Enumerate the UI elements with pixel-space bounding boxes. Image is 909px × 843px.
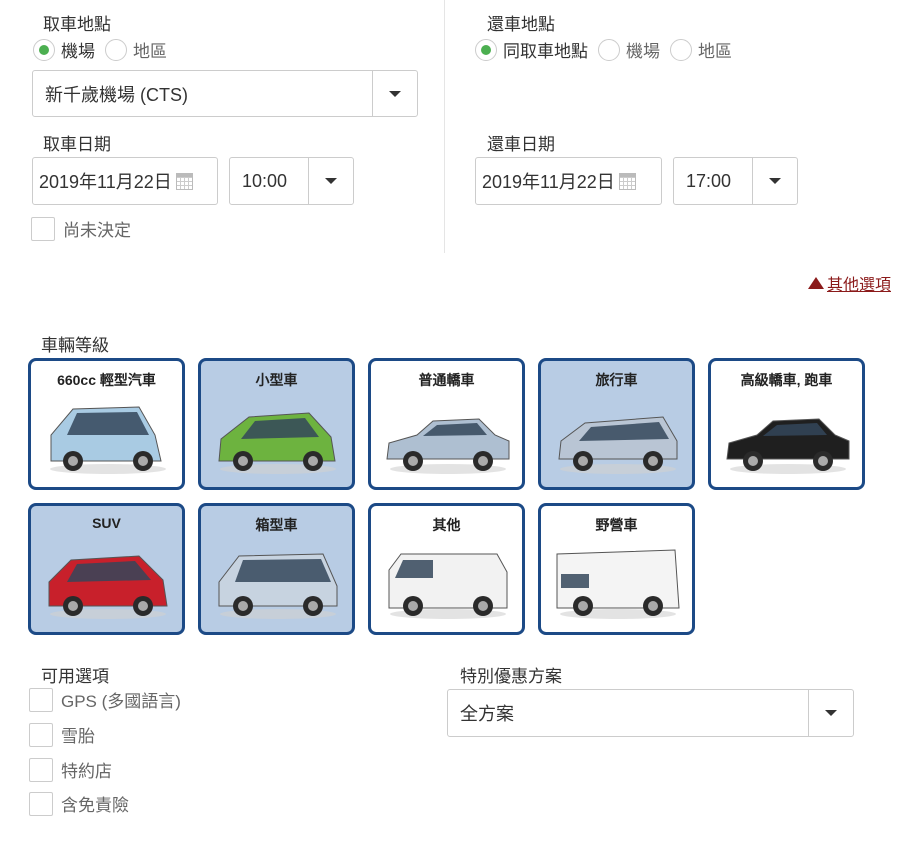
- car-image: [218, 553, 338, 619]
- vehicle-card-name: 野營車: [595, 517, 638, 533]
- vehicle-card-name: 高級轎車, 跑車: [740, 372, 833, 388]
- option-partner-store-checkbox[interactable]: 特約店: [29, 757, 112, 782]
- vehicle-card[interactable]: 旅行車: [538, 358, 695, 490]
- vehicle-card[interactable]: 其他: [368, 503, 525, 635]
- checkbox-icon: [29, 791, 53, 816]
- dropoff-date-input[interactable]: 2019年11月22日: [475, 157, 662, 205]
- calendar-icon[interactable]: [175, 172, 193, 190]
- pickup-radio-area-label: 地區: [133, 42, 167, 61]
- vehicle-card-name: 其他: [432, 517, 461, 533]
- more-options-link[interactable]: 其他選項: [807, 271, 891, 295]
- available-options-label: 可用選項: [41, 667, 109, 686]
- vehicle-card[interactable]: SUV: [28, 503, 185, 635]
- special-offer-value: 全方案: [460, 704, 514, 724]
- pickup-radio-airport-label: 機場: [61, 42, 95, 61]
- option-snow-tire-checkbox[interactable]: 雪胎: [29, 722, 95, 747]
- triangle-up-icon: [807, 277, 824, 289]
- radio-unchecked-icon: [598, 38, 620, 61]
- pickup-date-value: 2019年11月22日: [39, 172, 172, 192]
- pickup-airport-select[interactable]: 新千歲機場 (CTS): [32, 70, 418, 117]
- option-gps-checkbox[interactable]: GPS (多國語言): [29, 687, 181, 712]
- car-image: [218, 412, 336, 474]
- dropoff-location-radios: 同取車地點 機場 地區: [475, 37, 742, 62]
- calendar-icon[interactable]: [618, 172, 636, 190]
- dropoff-time-select[interactable]: 17:00: [673, 157, 798, 205]
- checkbox-icon: [29, 757, 53, 782]
- option-insurance-checkbox[interactable]: 含免責險: [29, 791, 129, 816]
- car-image: [50, 406, 166, 474]
- vehicle-card[interactable]: 普通轎車: [368, 358, 525, 490]
- option-snow-tire-label: 雪胎: [61, 727, 95, 746]
- car-image: [386, 418, 510, 474]
- chevron-down-icon: [372, 71, 417, 116]
- car-image: [388, 553, 508, 619]
- pickup-date-input[interactable]: 2019年11月22日: [32, 157, 218, 205]
- vehicle-card-name: 旅行車: [595, 372, 638, 388]
- checkbox-icon: [29, 687, 53, 712]
- car-image: [48, 555, 168, 619]
- vehicle-card-name: 660cc 輕型汽車: [57, 372, 156, 388]
- vehicle-card-name: 普通轎車: [418, 372, 475, 388]
- chevron-down-icon: [752, 158, 797, 204]
- radio-checked-icon: [33, 38, 55, 61]
- pickup-time-value: 10:00: [242, 170, 288, 191]
- dropoff-radio-area-label: 地區: [698, 42, 732, 61]
- pickup-radio-airport[interactable]: 機場: [33, 37, 95, 62]
- radio-checked-icon: [475, 38, 497, 61]
- dropoff-time-value: 17:00: [686, 170, 732, 191]
- option-partner-store-label: 特約店: [61, 762, 112, 781]
- chevron-down-icon: [808, 690, 853, 736]
- dropoff-date-label: 還車日期: [487, 135, 555, 154]
- vehicle-class-label: 車輛等級: [41, 336, 109, 355]
- pickup-location-radios: 機場 地區: [33, 37, 177, 62]
- option-insurance-label: 含免責險: [61, 796, 129, 815]
- vehicle-card[interactable]: 野營車: [538, 503, 695, 635]
- pickup-airport-value: 新千歲機場 (CTS): [45, 84, 188, 105]
- vehicle-card-name: 小型車: [255, 372, 298, 388]
- dropoff-radio-airport[interactable]: 機場: [598, 37, 660, 62]
- dropoff-location-label: 還車地點: [487, 15, 555, 34]
- vehicle-card[interactable]: 箱型車: [198, 503, 355, 635]
- radio-unchecked-icon: [670, 38, 692, 61]
- column-divider: [444, 0, 445, 253]
- vehicle-card[interactable]: 小型車: [198, 358, 355, 490]
- radio-unchecked-icon: [105, 38, 127, 61]
- pickup-location-label: 取車地點: [43, 15, 111, 34]
- dropoff-radio-area[interactable]: 地區: [670, 37, 732, 62]
- vehicle-card[interactable]: 660cc 輕型汽車: [28, 358, 185, 490]
- vehicle-card-name: SUV: [92, 515, 121, 531]
- dropoff-radio-same[interactable]: 同取車地點: [475, 37, 588, 62]
- special-offer-label: 特別優惠方案: [460, 667, 562, 686]
- chevron-down-icon: [308, 158, 353, 204]
- vehicle-card-name: 箱型車: [255, 517, 298, 533]
- vehicle-card[interactable]: 高級轎車, 跑車: [708, 358, 865, 490]
- checkbox-icon: [29, 722, 53, 747]
- pickup-time-select[interactable]: 10:00: [229, 157, 354, 205]
- more-options-label: 其他選項: [826, 277, 891, 294]
- option-gps-label: GPS (多國語言): [61, 692, 181, 711]
- car-image: [726, 418, 850, 474]
- checkbox-icon: [31, 216, 55, 241]
- car-image: [558, 416, 678, 474]
- dropoff-radio-airport-label: 機場: [626, 42, 660, 61]
- dropoff-radio-same-label: 同取車地點: [503, 42, 588, 61]
- pickup-undecided-checkbox[interactable]: 尚未決定: [31, 216, 131, 241]
- dropoff-date-value: 2019年11月22日: [482, 172, 615, 192]
- pickup-undecided-label: 尚未決定: [63, 221, 131, 240]
- pickup-date-label: 取車日期: [43, 135, 111, 154]
- car-image: [556, 549, 680, 619]
- pickup-radio-area[interactable]: 地區: [105, 37, 167, 62]
- special-offer-select[interactable]: 全方案: [447, 689, 854, 737]
